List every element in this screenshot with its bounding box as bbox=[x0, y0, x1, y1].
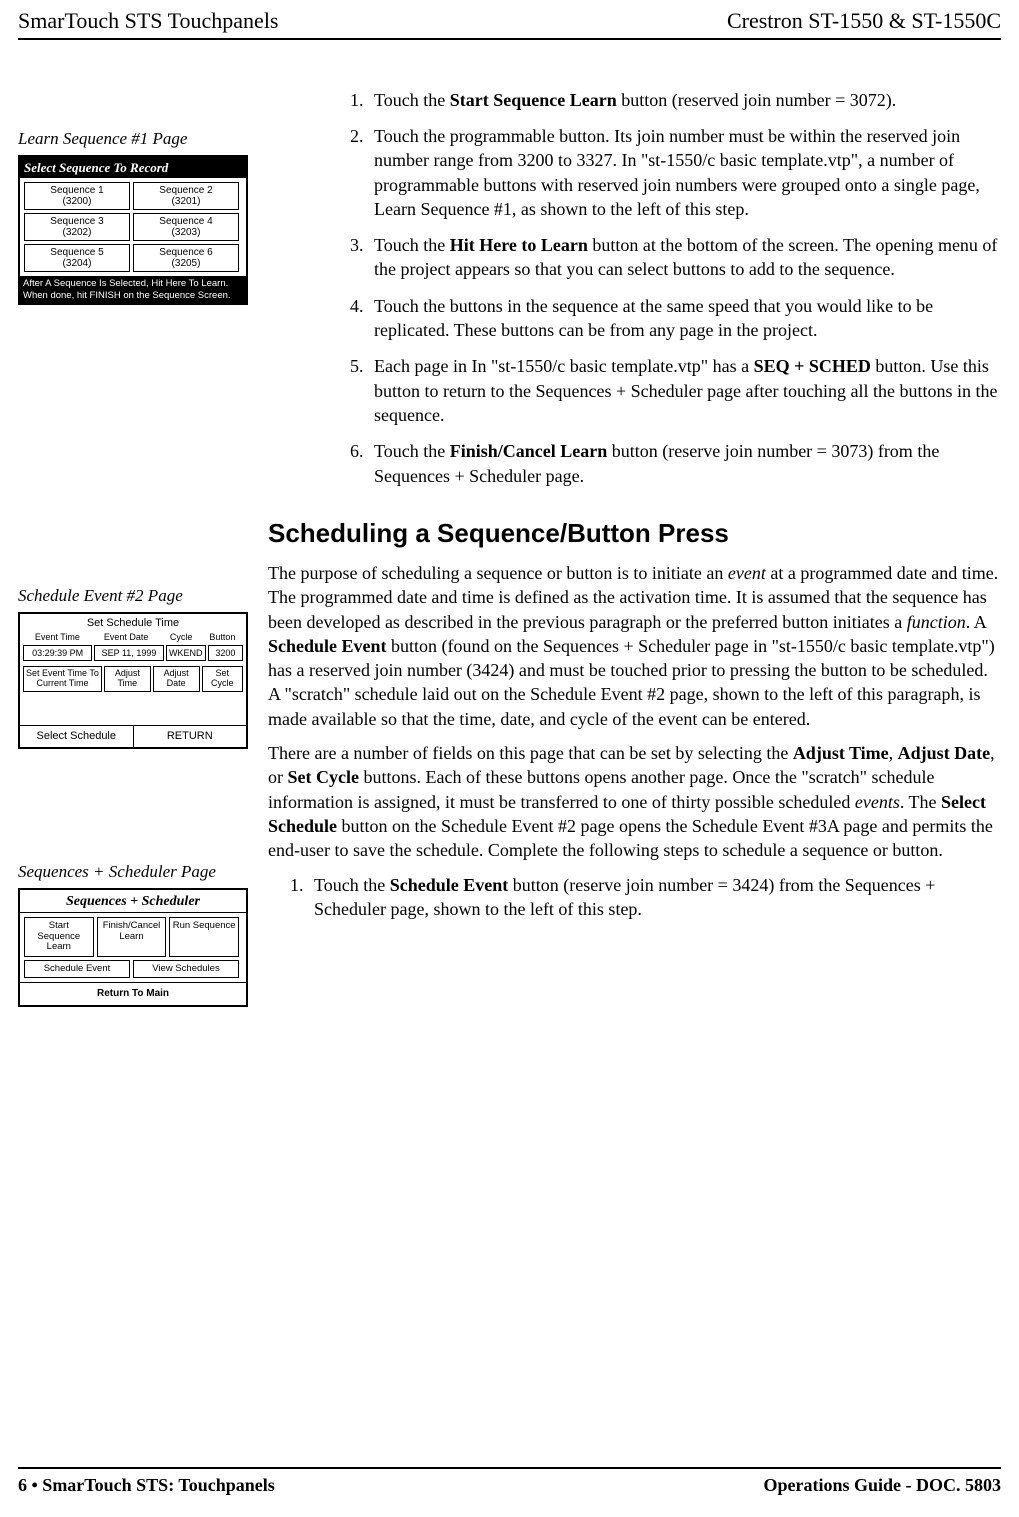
select-schedule-button[interactable]: Select Schedule bbox=[20, 726, 134, 747]
fig3-title: Sequences + Scheduler bbox=[20, 890, 246, 914]
view-schedules-button[interactable]: View Schedules bbox=[133, 960, 239, 978]
seq-button[interactable]: Sequence 6(3205) bbox=[133, 244, 239, 272]
step-4: Touch the buttons in the sequence at the… bbox=[368, 294, 1001, 343]
set-current-time-button[interactable]: Set Event Time To Current Time bbox=[23, 666, 102, 692]
seq-button[interactable]: Sequence 2(3201) bbox=[133, 182, 239, 210]
fig2-caption: Schedule Event #2 Page bbox=[18, 585, 308, 608]
return-button[interactable]: RETURN bbox=[134, 726, 247, 747]
schedule-event-button[interactable]: Schedule Event bbox=[24, 960, 130, 978]
return-to-main-button[interactable]: Return To Main bbox=[20, 982, 246, 1005]
event-cycle: WKEND bbox=[166, 645, 206, 661]
finish-cancel-learn-button[interactable]: Finish/Cancel Learn bbox=[97, 917, 167, 956]
seq-button[interactable]: Sequence 1(3200) bbox=[24, 182, 130, 210]
fig3-caption: Sequences + Scheduler Page bbox=[18, 861, 308, 884]
step-1: Touch the Start Sequence Learn button (r… bbox=[368, 88, 1001, 112]
fig-learn-sequence: Select Sequence To Record Sequence 1(320… bbox=[18, 155, 248, 305]
step-3: Touch the Hit Here to Learn button at th… bbox=[368, 233, 1001, 282]
seq-button[interactable]: Sequence 4(3203) bbox=[133, 213, 239, 241]
adjust-date-button[interactable]: Adjust Date bbox=[153, 666, 200, 692]
event-button: 3200 bbox=[208, 645, 243, 661]
fig1-caption: Learn Sequence #1 Page bbox=[18, 128, 308, 151]
header-right: Crestron ST-1550 & ST-1550C bbox=[727, 6, 1001, 36]
fig2-head: Set Schedule Time bbox=[20, 614, 246, 631]
event-time: 03:29:39 PM bbox=[23, 645, 92, 661]
set-cycle-button[interactable]: Set Cycle bbox=[202, 666, 243, 692]
footer-right: Operations Guide - DOC. 5803 bbox=[763, 1473, 1001, 1497]
page-footer: 6 • SmarTouch STS: Touchpanels Operation… bbox=[18, 1467, 1001, 1497]
section-title-scheduling: Scheduling a Sequence/Button Press bbox=[268, 516, 1001, 551]
seq-button[interactable]: Sequence 5(3204) bbox=[24, 244, 130, 272]
steps-learning-sequence: Touch the Start Sequence Learn button (r… bbox=[328, 88, 1001, 488]
steps-scheduling: Touch the Schedule Event button (reserve… bbox=[268, 873, 1001, 922]
event-date: SEP 11, 1999 bbox=[94, 645, 163, 661]
footer-left: 6 • SmarTouch STS: Touchpanels bbox=[18, 1473, 275, 1497]
adjust-time-button[interactable]: Adjust Time bbox=[104, 666, 151, 692]
fig1-footnote: After A Sequence Is Selected, Hit Here T… bbox=[20, 276, 246, 303]
fig-sequences-scheduler: Sequences + Scheduler Start Sequence Lea… bbox=[18, 888, 248, 1007]
page-header: SmarTouch STS Touchpanels Crestron ST-15… bbox=[18, 0, 1001, 40]
seq-button[interactable]: Sequence 3(3202) bbox=[24, 213, 130, 241]
scheduling-paragraph-2: There are a number of fields on this pag… bbox=[268, 741, 1001, 862]
step-2: Touch the programmable button. Its join … bbox=[368, 124, 1001, 221]
fig-schedule-event: Set Schedule Time Event Time Event Date … bbox=[18, 612, 248, 749]
scheduling-paragraph-1: The purpose of scheduling a sequence or … bbox=[268, 561, 1001, 731]
header-left: SmarTouch STS Touchpanels bbox=[18, 6, 279, 36]
fig1-title: Select Sequence To Record bbox=[20, 157, 246, 179]
step-5: Each page in In "st-1550/c basic templat… bbox=[368, 354, 1001, 427]
start-seq-learn-button[interactable]: Start Sequence Learn bbox=[24, 917, 94, 956]
main-content: Touch the Start Sequence Learn button (r… bbox=[328, 88, 1001, 1007]
run-sequence-button[interactable]: Run Sequence bbox=[169, 917, 239, 956]
step-6: Touch the Finish/Cancel Learn button (re… bbox=[368, 439, 1001, 488]
fig2-cols: Event Time Event Date Cycle Button bbox=[20, 631, 246, 643]
scheduling-step-1: Touch the Schedule Event button (reserve… bbox=[308, 873, 1001, 922]
